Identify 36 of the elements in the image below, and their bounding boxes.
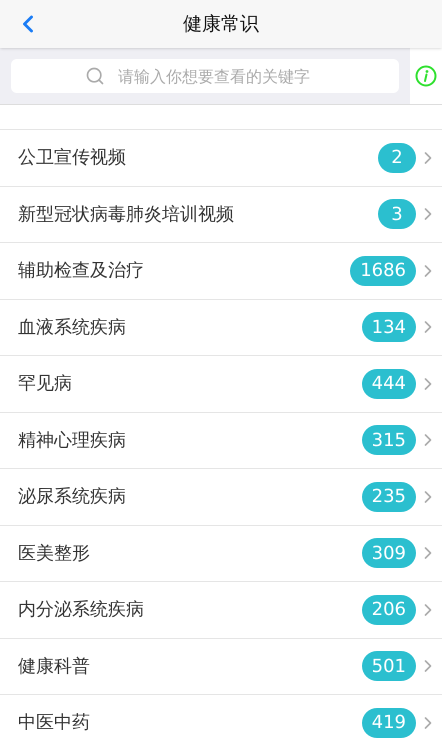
search-field[interactable]: 请输入你想要查看的关键字 [11,59,399,93]
category-row[interactable]: 辅助检查及治疗 1686 [0,243,442,300]
count-badge: 3 [378,199,416,230]
category-name: 新型冠状病毒肺炎培训视频 [18,202,235,227]
count-badge: 501 [362,651,416,682]
category-row[interactable]: 医美整形 309 [0,526,442,582]
count-badge: 1686 [350,256,416,286]
category-row[interactable]: 公卫宣传视频 2 [0,130,442,186]
category-name: 内分泌系统疾病 [18,598,145,622]
page-title: 健康常识 [183,12,259,37]
category-name: 罕见病 [18,372,73,396]
category-name: 血液系统疾病 [18,316,127,340]
count-badge: 2 [378,142,416,173]
category-row[interactable]: 中医中药 419 [0,695,442,745]
count-badge: 419 [362,708,416,738]
category-row[interactable]: 新型冠状病毒肺炎培训视频 3 [0,186,442,243]
category-name: 健康科普 [18,654,91,679]
category-row[interactable]: 罕见病 444 [0,356,442,412]
count-badge: 309 [362,538,416,568]
count-badge: 444 [362,368,416,399]
category-row[interactable]: 泌尿系统疾病 235 [0,469,442,526]
count-badge: 134 [362,312,416,342]
category-row[interactable]: 精神心理疾病 315 [0,412,442,469]
count-badge: 206 [362,594,416,625]
category-name: 辅助检查及治疗 [18,259,145,284]
category-row[interactable]: 健康科普 501 [0,638,442,695]
category-name: 医美整形 [18,542,91,566]
category-name: 泌尿系统疾病 [18,485,127,510]
category-name: 公卫宣传视频 [18,146,127,170]
count-badge: 235 [362,482,416,512]
category-row[interactable]: 内分泌系统疾病 206 [0,582,442,638]
category-row[interactable]: 血液系统疾病 134 [0,300,442,356]
search-icon [85,66,105,86]
category-name: 精神心理疾病 [18,428,127,453]
category-name: 中医中药 [18,711,91,736]
count-badge: 315 [362,425,416,456]
